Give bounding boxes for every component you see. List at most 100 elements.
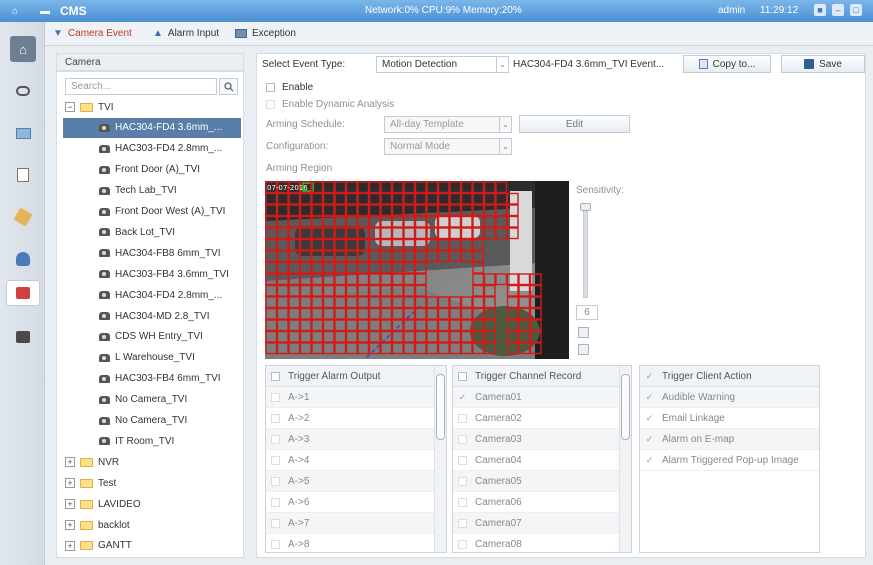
arming-region-video[interactable]: 07-07-2016 <box>265 181 569 359</box>
tree-folder-item[interactable]: + LAVIDEO <box>65 494 141 514</box>
nav-home-icon[interactable]: ⌂ <box>10 36 36 62</box>
checkbox[interactable] <box>266 83 275 92</box>
event-type-dropdown[interactable]: Motion Detection ⌄ <box>376 56 509 73</box>
nav-event-config-icon[interactable] <box>6 280 40 306</box>
tree-camera-item[interactable]: No Camera_TVI <box>63 390 241 410</box>
checkbox[interactable] <box>458 413 467 423</box>
list-item[interactable]: Camera02 <box>453 408 631 429</box>
search-input[interactable]: Search... <box>65 78 217 95</box>
select-all-checkbox[interactable] <box>271 371 280 381</box>
list-item[interactable]: Camera04 <box>453 450 631 471</box>
tree-camera-item[interactable]: IT Room_TVI <box>63 431 241 451</box>
nav-log-icon[interactable] <box>10 324 36 350</box>
home-icon[interactable]: ⌂ <box>8 4 22 18</box>
checkbox[interactable] <box>271 476 280 486</box>
tree-camera-item[interactable]: CDS WH Entry_TVI <box>63 327 241 347</box>
check-icon[interactable]: ✓ <box>645 455 654 465</box>
checkbox[interactable] <box>458 539 467 549</box>
checkbox[interactable] <box>458 476 467 486</box>
list-item[interactable]: ✓ Email Linkage <box>640 408 819 429</box>
checkbox[interactable] <box>271 413 280 423</box>
tree-folder-tvi[interactable]: − TVI <box>65 97 114 117</box>
checkbox[interactable] <box>271 392 280 402</box>
list-item[interactable]: A->3 <box>266 429 446 450</box>
tree-camera-item[interactable]: HAC304-MD 2.8_TVI <box>63 306 241 326</box>
tree-camera-item[interactable]: HAC304-FB8 6mm_TVI <box>63 243 241 263</box>
checkbox[interactable] <box>271 455 280 465</box>
nav-storage-icon[interactable] <box>10 204 36 230</box>
tree-camera-item[interactable]: No Camera_TVI <box>63 411 241 431</box>
checkbox[interactable] <box>458 455 467 465</box>
list-item[interactable]: Camera07 <box>453 513 631 534</box>
check-icon[interactable]: ✓ <box>645 413 654 423</box>
list-item[interactable]: Camera06 <box>453 492 631 513</box>
scrollbar-thumb[interactable] <box>436 374 445 440</box>
nav-account-icon[interactable] <box>10 246 36 272</box>
save-button[interactable]: Save <box>781 55 865 73</box>
tree-camera-item[interactable]: HAC303-FD4 2.8mm_... <box>63 139 241 159</box>
expand-icon[interactable]: + <box>65 520 75 530</box>
collapse-icon[interactable]: − <box>65 102 75 112</box>
nav-main-view-icon[interactable] <box>10 78 36 104</box>
tree-camera-item[interactable]: Front Door West (A)_TVI <box>63 202 241 222</box>
checkbox[interactable] <box>271 497 280 507</box>
nav-remote-config-icon[interactable] <box>10 120 36 146</box>
tree-camera-item[interactable]: Front Door (A)_TVI <box>63 160 241 180</box>
edit-schedule-button[interactable]: Edit <box>519 115 630 133</box>
checkbox[interactable] <box>271 518 280 528</box>
tree-camera-item[interactable]: L Warehouse_TVI <box>63 348 241 368</box>
copy-to-button[interactable]: Copy to... <box>683 55 771 73</box>
list-item[interactable]: Camera03 <box>453 429 631 450</box>
expand-icon[interactable]: + <box>65 478 75 489</box>
enable-checkbox[interactable]: Enable <box>266 82 313 93</box>
sensitivity-slider[interactable] <box>583 206 588 298</box>
expand-icon[interactable]: + <box>65 499 75 510</box>
check-icon[interactable]: ✓ <box>645 371 654 381</box>
list-item[interactable]: A->4 <box>266 450 446 471</box>
clear-icon[interactable] <box>578 344 589 355</box>
nav-playback-icon[interactable] <box>10 162 36 188</box>
list-item[interactable]: ✓ Alarm on E-map <box>640 429 819 450</box>
tree-camera-item[interactable]: Tech Lab_TVI <box>63 181 241 201</box>
list-header[interactable]: ✓ Trigger Client Action <box>640 366 819 387</box>
list-item[interactable]: Camera08 <box>453 534 631 552</box>
tree-folder-item[interactable]: + NVR <box>65 452 119 472</box>
tree-camera-item[interactable]: HAC303-FB4 3.6mm_TVI <box>63 264 241 284</box>
check-icon[interactable]: ✓ <box>645 434 654 444</box>
tab-alarm-input[interactable]: ▲ Alarm Input <box>153 28 219 39</box>
user-name[interactable]: admin <box>718 5 745 16</box>
checkbox[interactable] <box>458 434 467 444</box>
tree-folder-item[interactable]: + GANTT <box>65 536 132 556</box>
enable-dynamic-analysis-checkbox[interactable]: Enable Dynamic Analysis <box>266 99 394 110</box>
configuration-dropdown[interactable]: Normal Mode ⌄ <box>384 138 512 155</box>
tree-camera-item[interactable]: HAC304-FD4 3.6mm_... <box>63 117 241 138</box>
minimize-button[interactable]: – <box>832 4 844 16</box>
list-item[interactable]: A->8 <box>266 534 446 552</box>
tree-camera-item[interactable]: HAC303-FB4 6mm_TVI <box>63 369 241 389</box>
scrollbar-thumb[interactable] <box>621 374 630 440</box>
list-item[interactable]: A->5 <box>266 471 446 492</box>
checkbox[interactable] <box>458 497 467 507</box>
list-item[interactable]: Camera05 <box>453 471 631 492</box>
scrollbar[interactable] <box>434 366 446 552</box>
list-item[interactable]: A->1 <box>266 387 446 408</box>
expand-icon[interactable]: + <box>65 457 75 468</box>
list-header[interactable]: Trigger Channel Record <box>453 366 631 387</box>
tree-folder-item[interactable]: + backlot <box>65 515 130 535</box>
search-button[interactable] <box>219 78 238 95</box>
arming-schedule-dropdown[interactable]: All-day Template ⌄ <box>384 116 512 133</box>
list-item[interactable]: ✓ Camera01 <box>453 387 631 408</box>
list-header[interactable]: Trigger Alarm Output <box>266 366 446 387</box>
maximize-button[interactable]: □ <box>850 4 862 16</box>
tree-camera-item[interactable]: HAC304-FD4 2.8mm_... <box>63 285 241 305</box>
scrollbar[interactable] <box>619 366 631 552</box>
checkbox[interactable] <box>266 100 275 109</box>
list-item[interactable]: ✓ Alarm Triggered Pop-up Image <box>640 450 819 471</box>
tab-exception[interactable]: Exception <box>235 28 296 39</box>
tree-folder-item[interactable]: + Test <box>65 473 116 493</box>
checkbox[interactable] <box>458 518 467 528</box>
select-all-checkbox[interactable] <box>458 371 467 381</box>
sensitivity-handle[interactable] <box>580 203 591 211</box>
checkbox[interactable] <box>271 539 280 549</box>
list-item[interactable]: A->7 <box>266 513 446 534</box>
